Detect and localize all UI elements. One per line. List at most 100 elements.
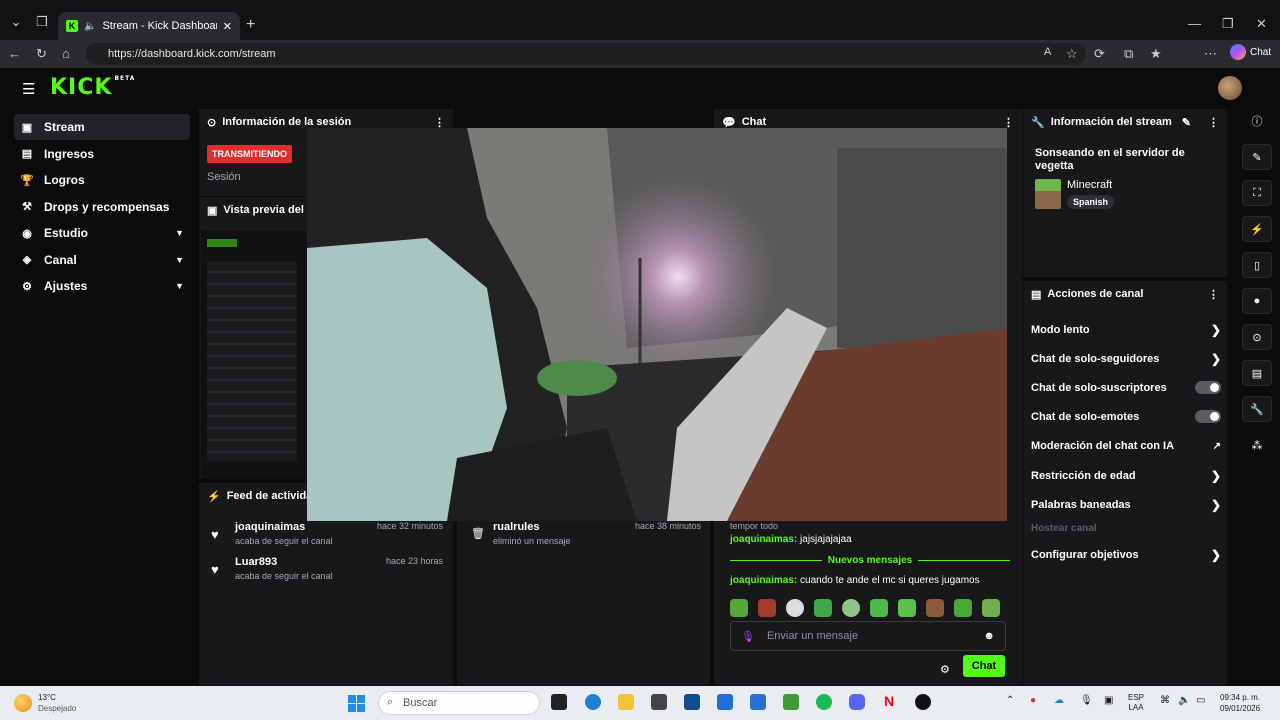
broadcast-icon[interactable]: ⊙ (1242, 324, 1272, 350)
action-age-restriction[interactable]: Restricción de edad ❯ (1031, 469, 1221, 483)
microphone-icon[interactable]: 🎙 (1080, 695, 1093, 706)
weather-temp[interactable]: 13°C (38, 693, 56, 702)
read-aloud-icon[interactable]: A (1044, 46, 1051, 58)
subscribers-only-toggle[interactable] (1195, 381, 1221, 394)
whiteboard-icon[interactable] (750, 694, 766, 710)
favorite-star-icon[interactable]: ☆ (1066, 46, 1078, 62)
minecraft-thumbnail[interactable] (1035, 179, 1061, 209)
hamburger-menu-icon[interactable]: ☰ (22, 80, 35, 98)
list-icon[interactable]: ▤ (1242, 360, 1272, 386)
more-options-icon[interactable]: ⋮ (1208, 116, 1219, 129)
more-options-icon[interactable]: ⋮ (434, 116, 445, 129)
obs-icon[interactable] (915, 694, 931, 710)
action-banned-words[interactable]: Palabras baneadas ❯ (1031, 498, 1221, 512)
chat-input[interactable]: 🎙 Enviar un mensaje ☻ (730, 621, 1006, 651)
emote-icon[interactable] (786, 599, 804, 617)
chevron-up-icon[interactable]: ⌃ (1006, 695, 1014, 706)
language-indicator[interactable]: ESP LAA (1128, 693, 1144, 713)
maximize-icon[interactable]: ❐ (1222, 16, 1234, 32)
minimize-icon[interactable]: — (1188, 16, 1201, 31)
action-followers-only[interactable]: Chat de solo-seguidores ❯ (1031, 352, 1221, 366)
info-icon[interactable]: ⓘ (1242, 108, 1272, 134)
emote-icon[interactable] (926, 599, 944, 617)
tab-menu-chevron-icon[interactable]: ⌄ (8, 14, 24, 30)
discord-icon[interactable] (849, 694, 865, 710)
task-view-icon[interactable] (551, 694, 567, 710)
sidebar-item-drops[interactable]: ⚒ Drops y recompensas (14, 194, 190, 220)
volume-icon[interactable]: 🔈 (1178, 695, 1190, 706)
spotify-icon[interactable] (816, 694, 832, 710)
tray-app-icon[interactable]: ● (1030, 695, 1036, 706)
url-input[interactable]: https://dashboard.kick.com/stream (86, 43, 1086, 65)
emote-icon[interactable] (730, 599, 748, 617)
action-configure-goals[interactable]: Configurar objetivos ❯ (1031, 548, 1221, 562)
split-screen-icon[interactable]: ⧉ (1124, 46, 1133, 62)
battery-icon[interactable]: ▭ (1196, 695, 1205, 706)
microphone-icon[interactable]: 🎙 (741, 630, 755, 643)
screen-capture-icon[interactable]: ⛶ (1242, 180, 1272, 206)
minecraft-icon[interactable] (783, 694, 799, 710)
emotes-only-toggle[interactable] (1195, 410, 1221, 423)
list-item[interactable]: rualrules eliminó un mensaje hace 38 min… (493, 521, 701, 546)
chat-bubble-icon[interactable]: ● (1242, 288, 1272, 314)
list-item[interactable]: joaquinaimas acaba de seguir el canal ha… (235, 521, 443, 546)
close-window-icon[interactable]: ✕ (1256, 16, 1267, 32)
favorites-icon[interactable]: ★ (1150, 46, 1162, 62)
close-tab-icon[interactable]: ✕ (223, 20, 232, 33)
sidebar-item-ingresos[interactable]: ▤ Ingresos (14, 141, 190, 167)
copilot-chat-button[interactable]: Chat (1230, 44, 1271, 60)
emoji-icon[interactable]: ☻ (983, 630, 995, 642)
edge-browser-icon[interactable] (585, 694, 601, 710)
emote-icon[interactable] (814, 599, 832, 617)
netflix-icon[interactable]: N (884, 693, 894, 709)
workspaces-icon[interactable]: ❐ (34, 14, 50, 30)
sidebar-item-estudio[interactable]: ◉ Estudio ▼ (14, 220, 190, 246)
emote-icon[interactable] (898, 599, 916, 617)
emote-icon[interactable] (758, 599, 776, 617)
emote-icon[interactable] (842, 599, 860, 617)
file-explorer-icon[interactable] (618, 694, 634, 710)
taskbar-search-input[interactable]: ⌕ Buscar (378, 691, 540, 715)
add-widget-icon[interactable]: ⁂ (1242, 432, 1272, 458)
list-item[interactable]: Luar893 acaba de seguir el canal hace 23… (235, 556, 443, 581)
action-ai-moderation[interactable]: Moderación del chat con IA ↗ (1031, 440, 1221, 452)
lightning-icon[interactable]: ⚡ (1242, 216, 1272, 242)
document-icon[interactable]: ▯ (1242, 252, 1272, 278)
kick-logo[interactable]: KICK BETA (50, 75, 135, 100)
outlook-icon[interactable] (717, 694, 733, 710)
speaker-icon[interactable]: 🔈 (84, 21, 96, 32)
more-options-icon[interactable]: ⋮ (1003, 116, 1014, 129)
emote-icon[interactable] (870, 599, 888, 617)
sidebar-item-stream[interactable]: ▣ Stream (14, 114, 190, 140)
store-icon[interactable] (684, 694, 700, 710)
chat-username[interactable]: joaquinaimas: (730, 575, 797, 586)
clock[interactable]: 09:34 p. m. 09/01/2026 (1220, 692, 1260, 714)
reload-icon[interactable]: ↻ (36, 46, 47, 62)
preview-thumbnail[interactable] (201, 231, 313, 479)
new-tab-icon[interactable]: + (246, 16, 255, 34)
tray-display-icon[interactable]: ▣ (1104, 695, 1113, 706)
chat-settings-gear-icon[interactable]: ⚙ (940, 663, 950, 676)
more-options-icon[interactable]: ⋮ (1208, 288, 1219, 301)
back-icon[interactable]: ← (8, 46, 21, 61)
wrench-icon[interactable]: 🔧 (1242, 396, 1272, 422)
edit-pencil-icon[interactable]: ✎ (1242, 144, 1272, 170)
app-cube-icon[interactable] (651, 694, 667, 710)
more-menu-icon[interactable]: ⋯ (1204, 46, 1217, 62)
sidebar-item-ajustes[interactable]: ⚙ Ajustes ▼ (14, 273, 190, 299)
action-slow-mode[interactable]: Modo lento ❯ (1031, 323, 1221, 337)
edit-pencil-icon[interactable]: ✎ (1182, 116, 1191, 129)
sidebar-item-logros[interactable]: 🏆 Logros (14, 167, 190, 193)
category-name[interactable]: Minecraft (1067, 179, 1112, 191)
sidebar-item-canal[interactable]: ◈ Canal ▼ (14, 247, 190, 273)
emote-icon[interactable] (982, 599, 1000, 617)
network-icon[interactable]: ⌘ (1160, 695, 1170, 706)
webcam-video-overlay[interactable] (307, 128, 1007, 521)
windows-start-icon[interactable] (348, 695, 365, 712)
weather-moon-icon[interactable] (14, 694, 32, 712)
emote-icon[interactable] (954, 599, 972, 617)
avatar[interactable] (1218, 76, 1242, 100)
onedrive-icon[interactable]: ☁ (1054, 695, 1064, 706)
extensions-icon[interactable]: ⟳ (1094, 46, 1105, 62)
new-messages-divider[interactable]: Nuevos mensajes (730, 555, 1010, 566)
